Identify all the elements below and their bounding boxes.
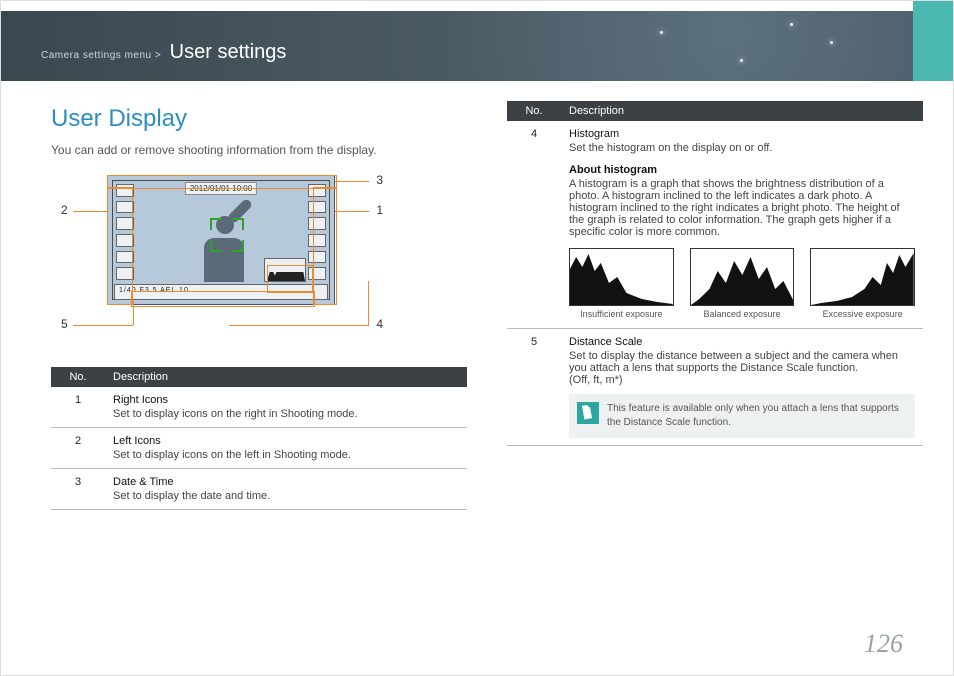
intro-text: You can add or remove shooting informati…	[51, 143, 467, 157]
right-column: No. Description 4 Histogram Set the hist…	[507, 101, 923, 645]
note-icon	[577, 402, 599, 424]
callout-3: 3	[376, 173, 383, 187]
header-band: Camera settings menu > User settings	[1, 11, 913, 81]
callout-5: 5	[61, 317, 68, 331]
table-row: 5 Distance Scale Set to display the dist…	[507, 329, 923, 446]
histogram-insufficient	[569, 248, 674, 306]
breadcrumb-prefix: Camera settings menu >	[41, 50, 161, 61]
side-accent	[913, 1, 953, 81]
histogram-balanced	[690, 248, 795, 306]
table-row: 4 Histogram Set the histogram on the dis…	[507, 121, 923, 329]
callout-1: 1	[376, 203, 383, 217]
subject-silhouette	[194, 210, 254, 282]
th-no: No.	[51, 367, 105, 387]
callout-2: 2	[61, 203, 68, 217]
left-description-table: No. Description 1 Right IconsSet to disp…	[51, 367, 467, 510]
breadcrumb-title: User settings	[170, 41, 287, 63]
th-desc: Description	[561, 101, 923, 121]
table-row: 2 Left IconsSet to display icons on the …	[51, 428, 467, 469]
left-column: User Display You can add or remove shoot…	[51, 101, 467, 645]
th-desc: Description	[105, 367, 467, 387]
section-title: User Display	[51, 105, 467, 133]
callout-4: 4	[376, 317, 383, 331]
camera-display-illustration: 2012/01/01 10:00 1/40 F3.	[61, 171, 421, 351]
th-no: No.	[507, 101, 561, 121]
right-description-table: No. Description 4 Histogram Set the hist…	[507, 101, 923, 446]
table-row: 1 Right IconsSet to display icons on the…	[51, 387, 467, 428]
page-number: 126	[864, 629, 903, 659]
table-row: 3 Date & TimeSet to display the date and…	[51, 469, 467, 510]
histogram-excessive	[810, 248, 915, 306]
note-callout: This feature is available only when you …	[569, 394, 915, 438]
